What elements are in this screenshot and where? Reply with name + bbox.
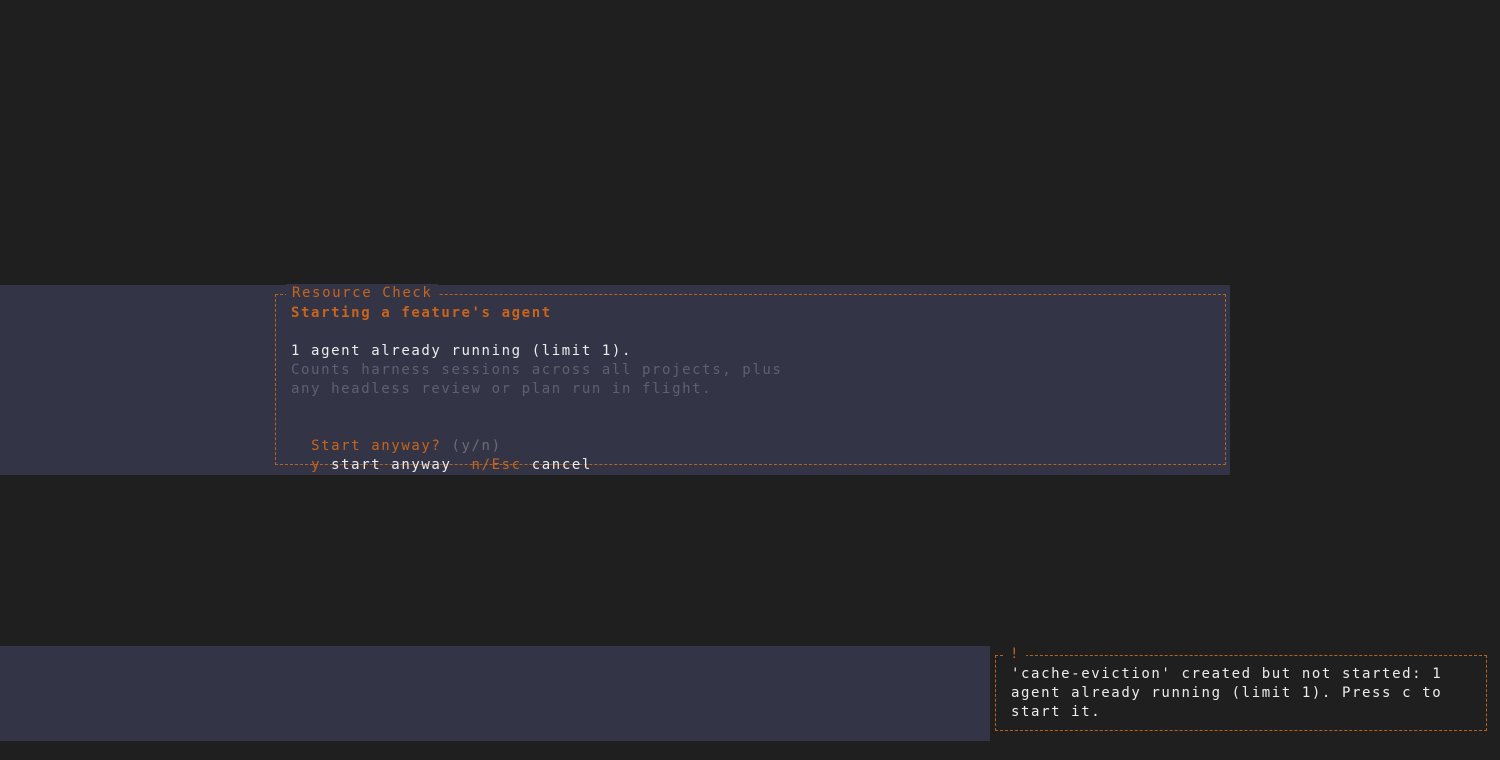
confirm-question: Start anyway? (y/n) bbox=[291, 418, 502, 454]
start-anyway-action[interactable]: y start anyway bbox=[311, 457, 451, 473]
note-line-2: any headless review or plan run in fligh… bbox=[291, 381, 713, 397]
toast-line-3: start it. bbox=[1011, 704, 1102, 720]
cancel-action[interactable]: n/Esc cancel bbox=[472, 457, 592, 473]
running-status: 1 agent already running (limit 1). bbox=[291, 343, 632, 359]
note-line-1: Counts harness sessions across all proje… bbox=[291, 362, 783, 378]
toast-line-1: 'cache-eviction' created but not started… bbox=[1011, 666, 1443, 682]
toast-alert-icon: ! bbox=[1004, 645, 1027, 664]
toast-line-2: agent already running (limit 1). Press c… bbox=[1011, 685, 1443, 701]
key-hints: y start anyway n/Esc cancel bbox=[291, 437, 592, 473]
confirm-key: y bbox=[311, 457, 322, 473]
dialog-heading: Starting a feature's agent bbox=[291, 305, 552, 321]
cancel-key: n/Esc bbox=[471, 457, 522, 473]
dialog-title: Resource Check bbox=[286, 284, 439, 303]
cancel-label: cancel bbox=[531, 457, 592, 473]
status-bar bbox=[0, 646, 990, 741]
confirm-label: start anyway bbox=[331, 457, 452, 473]
